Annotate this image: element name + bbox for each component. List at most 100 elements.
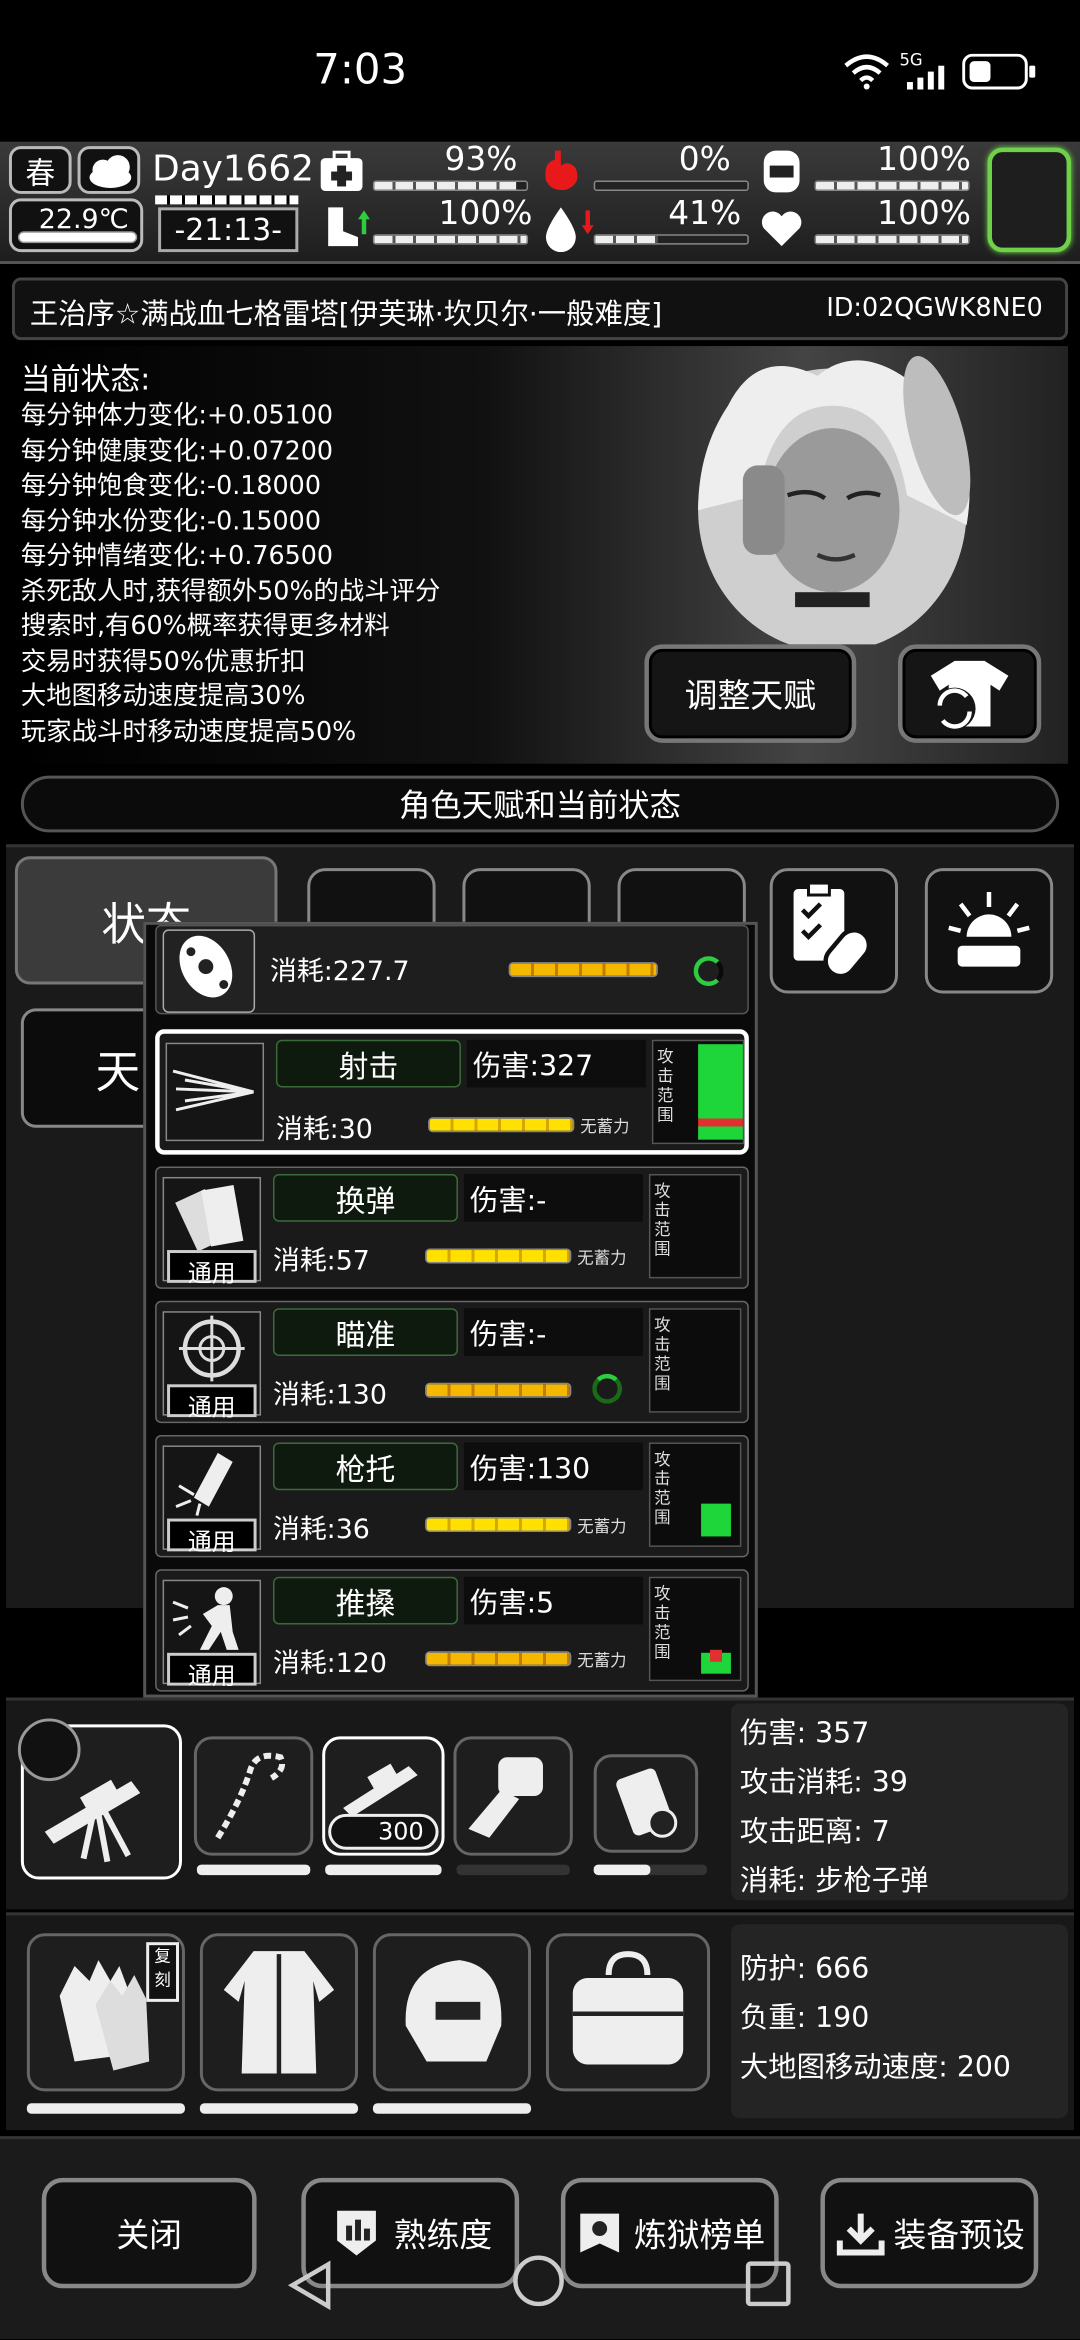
weapon-stat: 攻击消耗: 39 — [739, 1766, 908, 1799]
clock-time: 7:03 — [313, 44, 408, 94]
coat-icon — [223, 1951, 335, 2074]
status-lines: 每分钟体力变化:+0.05100 每分钟健康变化:+0.07200 每分钟饱食变… — [21, 400, 440, 751]
common-badge: 通用 — [167, 1652, 257, 1690]
weather-cloud-icon — [77, 146, 141, 194]
boot-icon — [319, 204, 370, 252]
weapon-slot-fist[interactable] — [453, 1736, 573, 1856]
attack-range-label: 攻击范围 — [654, 1315, 671, 1394]
stamina-bar — [372, 180, 529, 191]
change-outfit-button[interactable] — [898, 644, 1042, 743]
shoot-mode-icon — [17, 1718, 81, 1782]
ranking-label: 炼狱榜单 — [633, 2218, 766, 2256]
common-badge: 通用 — [167, 1518, 257, 1556]
skill-row[interactable]: 通用 瞄准 伤害:- 消耗:130 攻击范围 — [155, 1300, 749, 1424]
hunger-bar — [593, 180, 749, 191]
bag-icon — [572, 1951, 684, 2065]
armor-slot-bag[interactable] — [545, 1933, 711, 2092]
status-bar: 7:03 5G — [0, 0, 1080, 142]
skill-cost-bar — [425, 1248, 572, 1264]
alarm-talent-slot[interactable] — [924, 868, 1054, 994]
quick-slot-button[interactable] — [987, 147, 1072, 253]
character-title: 王治序☆满战血七格雷塔[伊芙琳·坎贝尔·一般难度] — [29, 298, 663, 332]
attack-range-box: 攻击范围 — [651, 1039, 745, 1145]
back-nav-icon[interactable] — [283, 2258, 334, 2312]
player-position-marker — [710, 1649, 722, 1662]
weapon-durability-bar — [593, 1864, 708, 1876]
weapon-stat: 伤害: 357 — [739, 1716, 870, 1750]
status-line: 搜索时,有60%概率获得更多材料 — [20, 611, 390, 642]
shoot-icon — [165, 1042, 265, 1142]
skill-name: 推搡 — [272, 1576, 458, 1625]
fist-icon — [468, 1757, 543, 1838]
medical-talent-slot[interactable] — [769, 868, 899, 994]
armor-durability-bar — [372, 2103, 532, 2114]
armor-slot-gloves[interactable]: 复刻 — [26, 1933, 185, 2092]
movement-bar — [372, 234, 529, 245]
medkit-icon — [319, 150, 364, 193]
armor-stat: 大地图移动速度: 200 — [739, 2051, 1011, 2084]
skill-cost-bar — [425, 1517, 572, 1532]
weapon-stats: 伤害: 357 攻击消耗: 39 攻击距离: 7 消耗: 步枪子弹 — [730, 1703, 1069, 1901]
armor-stats: 防护: 666 负重: 190 大地图移动速度: 200 — [730, 1924, 1069, 2119]
status-line: 杀死敌人时,获得额外50%的战斗评分 — [20, 576, 441, 607]
status-line: 玩家战斗时移动速度提高50% — [20, 716, 357, 747]
recents-nav-icon[interactable] — [745, 2261, 791, 2307]
adjust-talent-button[interactable]: 调整天赋 — [644, 644, 857, 743]
proficiency-label: 熟练度 — [393, 2218, 493, 2256]
hunger-value: 0% — [678, 141, 731, 180]
skill-popup: 消耗:227.7 射击 伤害:327 消耗:30 无蓄力 攻击范围 通用 换弹 … — [143, 921, 758, 1698]
skill-row[interactable]: 通用 枪托 伤害:130 消耗:36 无蓄力 攻击范围 — [155, 1435, 749, 1558]
equipment-preset-button[interactable]: 装备预设 — [820, 2177, 1039, 2289]
temperature-bar — [17, 231, 138, 244]
skill-charge: 无蓄力 — [580, 1117, 630, 1137]
close-button[interactable]: 关闭 — [41, 2177, 257, 2289]
movement-value: 100% — [438, 195, 533, 233]
character-portrait — [638, 346, 1026, 645]
armor-slot-helmet[interactable] — [372, 1933, 532, 2092]
game-clock: -21:13- — [158, 207, 299, 253]
weapon-slot-device[interactable] — [593, 1754, 699, 1853]
weapon-slot-selected[interactable]: 300 — [322, 1736, 445, 1856]
skill-cost-bar — [425, 1382, 572, 1398]
preset-label: 装备预设 — [893, 2218, 1025, 2256]
signal-icon — [906, 65, 952, 90]
season-badge: 春 — [8, 146, 72, 194]
season-label: 春 — [25, 154, 56, 191]
armor-bar — [814, 180, 970, 191]
character-title-bar: 王治序☆满战血七格雷塔[伊芙琳·坎贝尔·一般难度] ID:02QGWK8NE0 — [11, 277, 1069, 341]
attack-range-box: 攻击范围 — [648, 1442, 742, 1547]
stamina-value: 93% — [444, 141, 518, 180]
status-line: 每分钟体力变化:+0.05100 — [20, 401, 334, 432]
water-drop-icon — [540, 204, 597, 253]
weapon-slot-main[interactable] — [17, 1718, 182, 1880]
move-cost-bar — [508, 962, 658, 978]
armor-stat: 负重: 190 — [739, 2001, 870, 2035]
top-hud: 春 22.9℃ Day1662 -21:13- 93% 100% 0% 41% … — [0, 141, 1080, 265]
weapon-durability-bar — [196, 1864, 311, 1876]
skill-cost: 消耗:57 — [272, 1245, 370, 1277]
skill-row[interactable]: 通用 换弹 伤害:- 消耗:57 无蓄力 攻击范围 — [155, 1166, 749, 1289]
buttstock-icon: 通用 — [162, 1445, 262, 1556]
charge-ring-icon — [592, 1373, 623, 1404]
skill-damage: 伤害:- — [463, 1173, 643, 1222]
status-line: 大地图移动速度提高30% — [20, 681, 306, 712]
weapon-slot-chain[interactable] — [193, 1736, 314, 1856]
skill-row[interactable]: 射击 伤害:327 消耗:30 无蓄力 攻击范围 — [155, 1029, 749, 1155]
armor-durability-bar — [199, 2103, 359, 2114]
skill-charge: 无蓄力 — [577, 1651, 627, 1671]
status-line: 每分钟水份变化:-0.15000 — [20, 506, 321, 537]
common-badge: 通用 — [167, 1250, 257, 1287]
attack-range-label: 攻击范围 — [654, 1584, 671, 1662]
status-panel: 当前状态: 每分钟体力变化:+0.05100 每分钟健康变化:+0.07200 … — [11, 346, 1069, 764]
move-cost-row: 消耗:227.7 — [155, 924, 749, 1015]
wifi-icon — [843, 51, 891, 90]
home-nav-icon[interactable] — [513, 2255, 564, 2307]
status-heading: 当前状态: — [20, 360, 151, 397]
move-cost: 消耗:227.7 — [269, 956, 410, 988]
attack-range-box: 攻击范围 — [648, 1308, 742, 1413]
skill-row[interactable]: 通用 推搡 伤害:5 消耗:120 无蓄力 攻击范围 — [155, 1569, 749, 1692]
armor-stat: 防护: 666 — [739, 1952, 870, 1986]
armor-slot-coat[interactable] — [199, 1933, 359, 2092]
skill-charge: 无蓄力 — [577, 1248, 627, 1268]
skill-name: 换弹 — [272, 1173, 458, 1222]
